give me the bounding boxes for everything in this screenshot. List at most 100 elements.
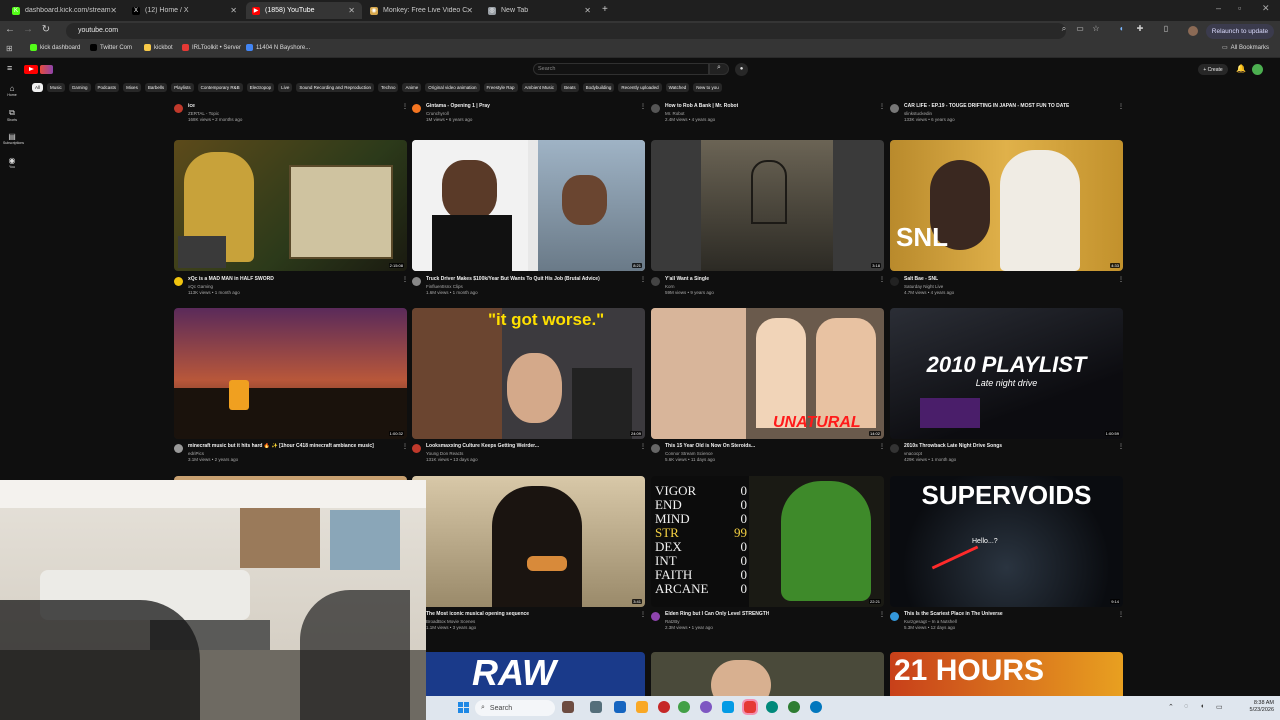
more-actions-icon[interactable]: ⋮ (1118, 103, 1124, 110)
app-icon[interactable] (658, 701, 670, 713)
tray-chevron-icon[interactable]: ⌃ (1168, 703, 1174, 711)
video-thumbnail-half-sword[interactable]: 2:15:08 (174, 140, 407, 271)
filter-chip[interactable]: All (32, 83, 44, 92)
video-thumbnail-21-hours[interactable]: 21 HOURS (890, 652, 1123, 696)
video-thumbnail-2010-playlist[interactable]: 2010 PLAYLIST Late night drive 1:00:59 (890, 308, 1123, 439)
hamburger-menu-icon[interactable]: ≡ (7, 63, 12, 73)
video-thumbnail-snl[interactable]: SNL 4:33 (890, 140, 1123, 271)
more-actions-icon[interactable]: ⋮ (640, 103, 646, 110)
taskbar-search[interactable]: ⌕ Search (475, 700, 555, 716)
new-tab-button[interactable]: + (602, 4, 608, 15)
relaunch-button[interactable]: Relaunch to update (1206, 24, 1274, 39)
create-button[interactable]: + Create (1198, 64, 1228, 75)
more-actions-icon[interactable]: ⋮ (879, 276, 885, 283)
video-title[interactable]: Elden Ring but I Can Only Level STRENGTH (665, 611, 769, 617)
obs-icon[interactable] (742, 699, 758, 715)
channel-avatar[interactable] (890, 612, 899, 621)
filter-chip[interactable]: Podcasts (94, 83, 120, 92)
filter-chip[interactable]: Watched (665, 83, 690, 92)
tab-close-icon[interactable]: ✕ (584, 6, 591, 15)
browser-tab[interactable]: ◉ Monkey: Free Live Video C ✕ (364, 2, 480, 19)
youtube-search-button[interactable]: ⌕ (709, 63, 729, 75)
account-avatar[interactable] (1252, 64, 1263, 75)
taskbar-clock[interactable]: 8:38 AM 5/23/2026 (1240, 700, 1274, 714)
url-text[interactable]: youtube.com (78, 27, 118, 34)
filter-chip[interactable]: Beats (561, 83, 579, 92)
tab-close-icon[interactable]: ✕ (110, 6, 117, 15)
network-icon[interactable]: ◌ (1184, 703, 1188, 710)
filter-chip[interactable]: Bodybuilding (582, 83, 615, 92)
maximize-button[interactable]: ▫ (1238, 3, 1241, 13)
channel-avatar[interactable] (412, 444, 421, 453)
video-title[interactable]: ice (188, 103, 195, 109)
video-title[interactable]: xQc is a MAD MAN in HALF SWORD (188, 276, 274, 282)
video-thumbnail-korn[interactable]: 3:18 (651, 140, 884, 271)
more-actions-icon[interactable]: ⋮ (640, 276, 646, 283)
bookmark-item[interactable]: IRLToolkit • Server (182, 44, 241, 51)
video-title[interactable]: Truck Driver Makes $100k/Year But Wants … (426, 276, 600, 282)
more-actions-icon[interactable]: ⋮ (1118, 276, 1124, 283)
video-thumbnail-steroids[interactable]: UNATURAL 14:02 (651, 308, 884, 439)
bookmark-item[interactable]: 11404 N Bayshore... (246, 44, 310, 51)
discord-icon[interactable] (700, 701, 712, 713)
browser-tab[interactable]: Kdashboard.kick.com/stream ✕ (6, 2, 124, 19)
more-actions-icon[interactable]: ⋮ (402, 443, 408, 450)
filter-chip[interactable]: Mixes (123, 83, 141, 92)
file-explorer-icon[interactable] (636, 701, 648, 713)
youtube-search-input[interactable]: Search (533, 63, 709, 75)
channel-avatar[interactable] (651, 612, 660, 621)
tab-close-icon[interactable]: ✕ (466, 6, 473, 15)
start-button[interactable] (458, 702, 469, 713)
tab-close-icon[interactable]: ✕ (348, 6, 355, 15)
video-title[interactable]: Gintama - Opening 1 | Pray (426, 103, 490, 109)
filter-chip[interactable]: Contemporary R&B (197, 83, 243, 92)
omnibox[interactable] (66, 23, 1066, 39)
more-actions-icon[interactable]: ⋮ (402, 276, 408, 283)
more-actions-icon[interactable]: ⋮ (879, 103, 885, 110)
battery-icon[interactable]: ▭ (1216, 703, 1223, 711)
video-thumbnail-elden-ring[interactable]: VIGOR 0 END 0 MIND 0 STR 99 DEX 0 INT 0 FAITH 0 ARCANE… (651, 476, 884, 607)
browser-tab[interactable]: ◎ New Tab ✕ (482, 2, 598, 19)
filter-chip[interactable]: Original video animation (425, 83, 480, 92)
sidebar-icon[interactable]: ▯ (1160, 24, 1172, 33)
puzzle-icon[interactable]: ✚ (1134, 24, 1146, 33)
more-actions-icon[interactable]: ⋮ (1118, 611, 1124, 618)
video-title[interactable]: CAR LIFE - EP.19 - TOUGE DRIFTING IN JAP… (904, 103, 1069, 109)
more-actions-icon[interactable]: ⋮ (640, 611, 646, 618)
youtube-logo[interactable] (24, 65, 38, 74)
filter-chip[interactable]: Barbells (144, 83, 168, 92)
video-thumbnail-looksmaxxing[interactable]: "it got worse." 24:09 (412, 308, 645, 439)
video-thumbnail-truck-driver[interactable]: 8:21 (412, 140, 645, 271)
video-thumbnail-supervoids[interactable]: SUPERVOIDS Hello...? 9:14 (890, 476, 1123, 607)
channel-avatar[interactable] (651, 444, 660, 453)
channel-avatar[interactable] (651, 104, 660, 113)
filter-chip[interactable]: Gaming (68, 83, 91, 92)
channel-avatar[interactable] (174, 277, 183, 286)
bookmark-item[interactable]: kick dashboard (30, 44, 80, 51)
filter-chip[interactable]: Techno (377, 83, 399, 92)
more-actions-icon[interactable]: ⋮ (640, 443, 646, 450)
volume-icon[interactable]: ◖ (1200, 703, 1204, 710)
video-thumbnail-raw[interactable]: RAW (412, 652, 645, 696)
video-title[interactable]: Y'all Want a Single (665, 276, 709, 282)
video-title[interactable]: Looksmaxxing Culture Keeps Getting Weird… (426, 443, 539, 449)
extension-icon[interactable]: ◐ (1116, 24, 1128, 33)
more-actions-icon[interactable]: ⋮ (402, 103, 408, 110)
channel-avatar[interactable] (890, 104, 899, 113)
voice-search-button[interactable]: ● (735, 63, 748, 76)
forward-button[interactable]: → (22, 24, 34, 35)
profile-avatar[interactable] (1188, 26, 1198, 36)
apps-grid-icon[interactable]: ⊞ (6, 44, 13, 53)
filter-chip[interactable]: Recently uploaded (618, 83, 662, 92)
channel-avatar[interactable] (412, 277, 421, 286)
more-actions-icon[interactable]: ⋮ (879, 443, 885, 450)
close-window-button[interactable]: ✕ (1262, 3, 1270, 14)
notifications-bell-icon[interactable]: 🔔 (1236, 64, 1246, 73)
reload-button[interactable]: ↻ (40, 24, 52, 35)
browser-tab[interactable]: ▶ (1858) YouTube ✕ (246, 2, 362, 19)
video-thumbnail-minecraft[interactable]: 1:00:32 (174, 308, 407, 439)
filter-chip[interactable]: Playlists (171, 83, 194, 92)
filter-chip[interactable]: Music (47, 83, 65, 92)
channel-avatar[interactable] (174, 104, 183, 113)
more-actions-icon[interactable]: ⋮ (879, 611, 885, 618)
